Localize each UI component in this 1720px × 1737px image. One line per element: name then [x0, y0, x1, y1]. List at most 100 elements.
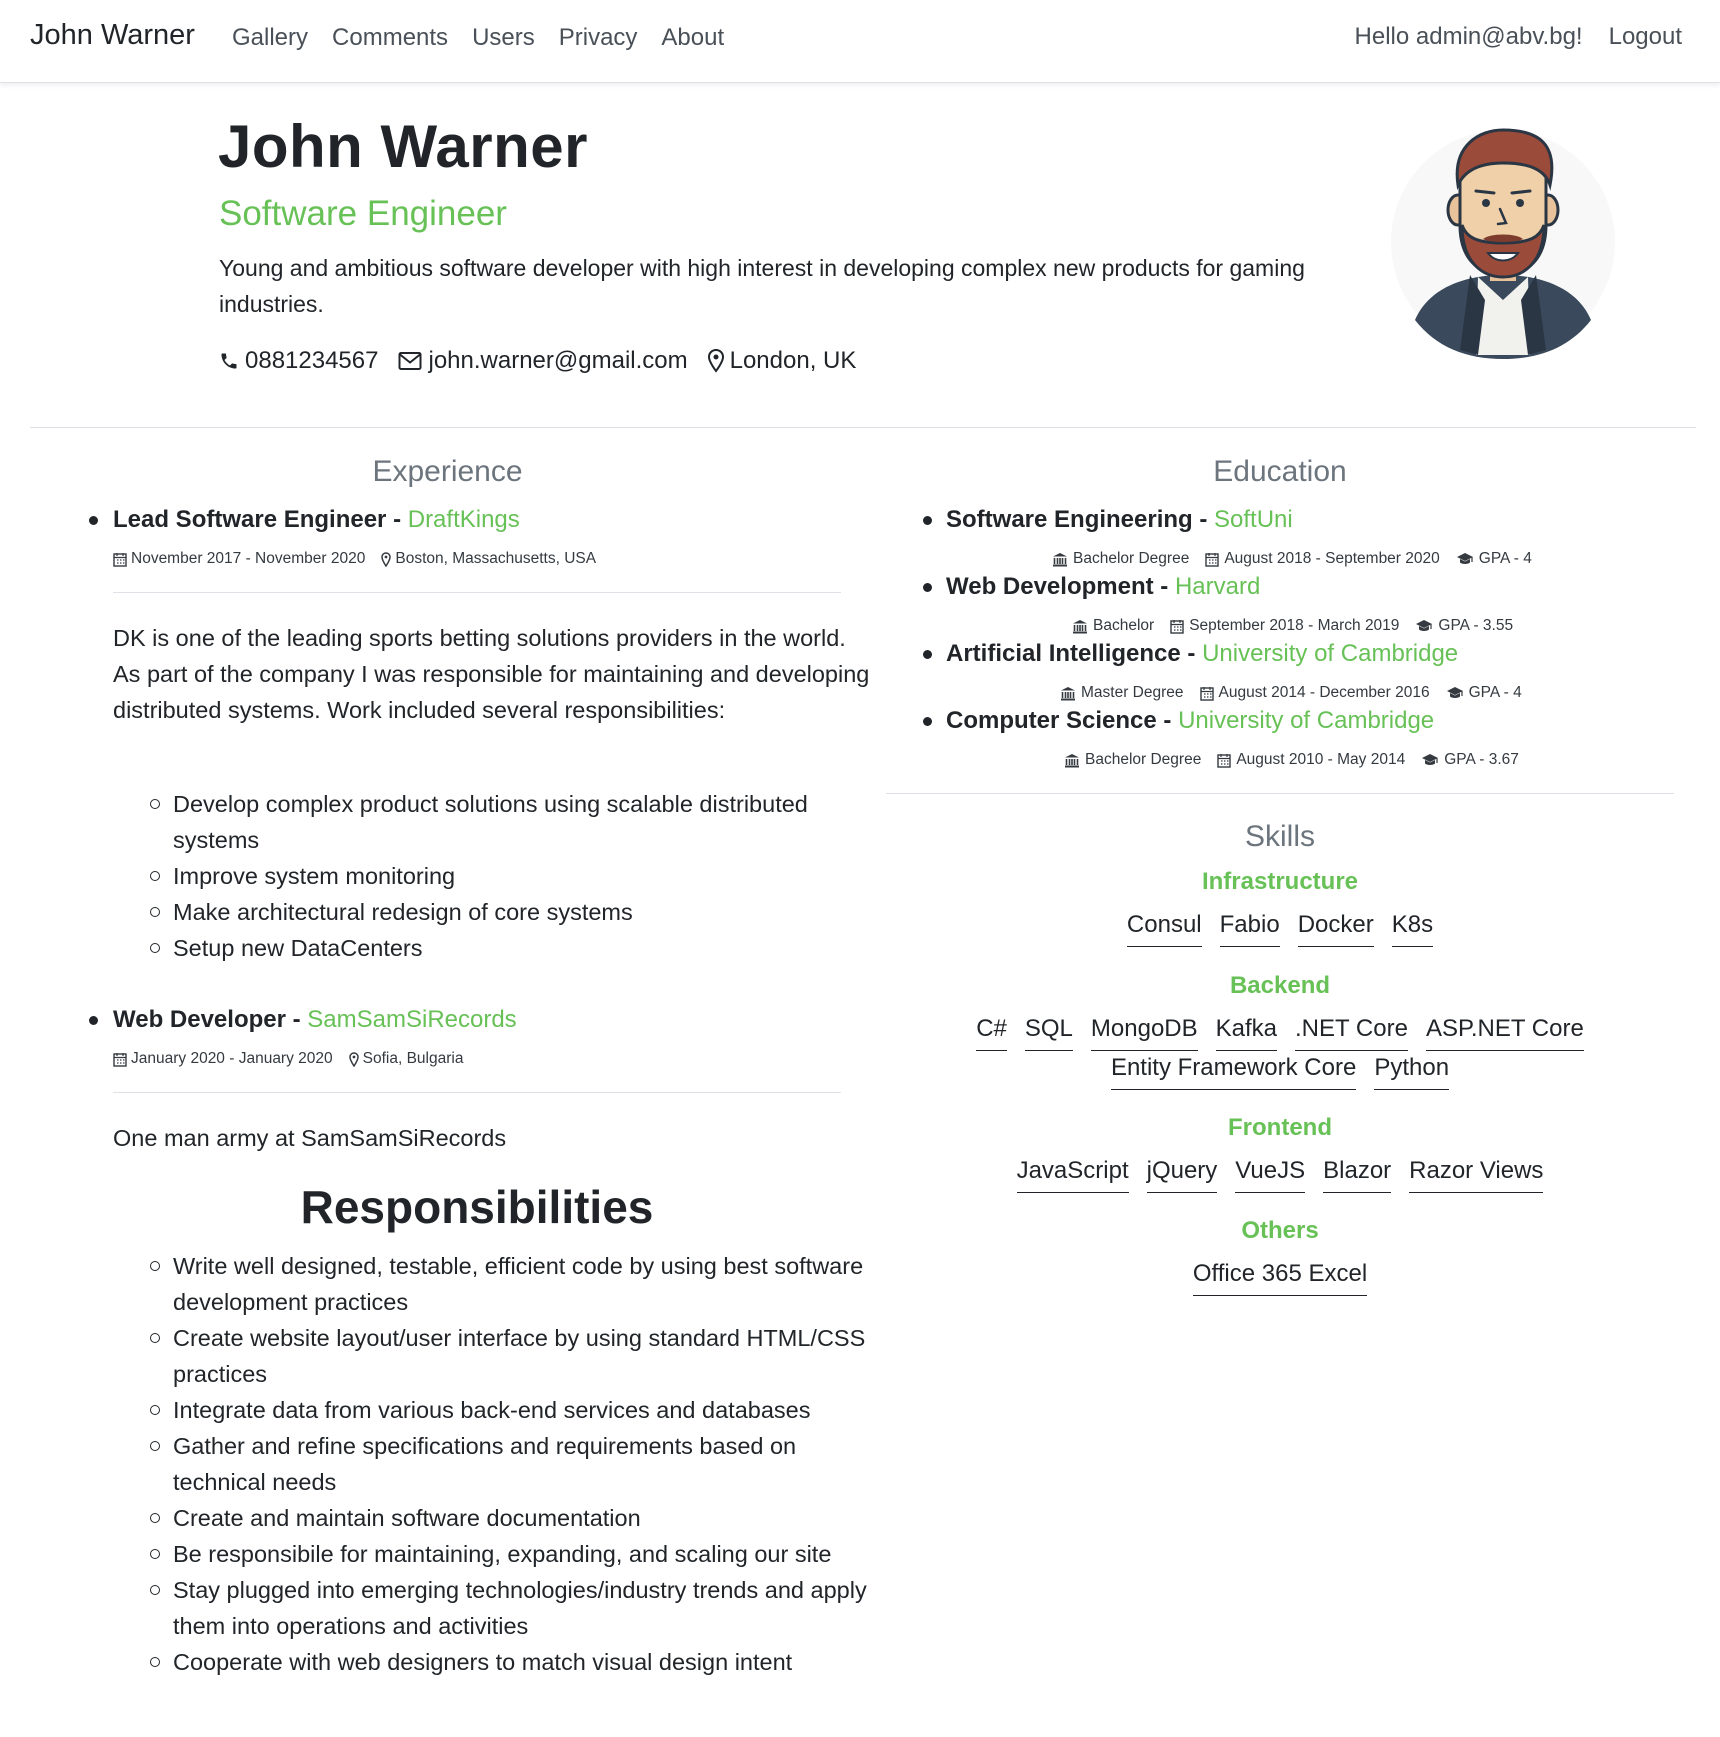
list-bullet [923, 650, 932, 659]
job-location: Sofia, Bulgaria [348, 1050, 463, 1068]
nav-users-link[interactable]: Users [472, 24, 535, 52]
university-icon [1065, 753, 1079, 767]
graduation-cap-icon [1456, 553, 1473, 564]
separator: - [285, 1006, 308, 1033]
nav-comments-link[interactable]: Comments [332, 24, 448, 52]
job-meta: November 2017 - November 2020 Boston, Ma… [113, 550, 596, 568]
calendar-icon [113, 552, 127, 567]
profile-description: Young and ambitious software developer w… [219, 255, 1305, 317]
list-item: Improve system monitoring [113, 858, 873, 894]
item-divider [113, 1092, 841, 1093]
education-item-3: Artificial Intelligence - University of … [946, 640, 1458, 668]
job-description: One man army at SamSamSiRecords [113, 1125, 507, 1151]
skill-list-infrastructure: Consul Fabio Docker K8s [886, 910, 1674, 947]
job-meta: January 2020 - January 2020 Sofia, Bulga… [113, 1050, 463, 1068]
skill-tag: SQL [1024, 1014, 1073, 1051]
brand-link[interactable]: John Warner [30, 19, 195, 52]
degree-text: Bachelor [1093, 617, 1155, 634]
separator: - [1192, 506, 1215, 533]
skill-tag: Python [1374, 1053, 1450, 1090]
list-item: Setup new DataCenters [113, 930, 873, 966]
skill-tag: Blazor [1323, 1156, 1392, 1193]
skill-tag: Kafka [1215, 1014, 1278, 1051]
nav-gallery-link[interactable]: Gallery [232, 24, 308, 52]
skill-tag: JavaScript [1016, 1156, 1129, 1193]
education-field: Web Development [946, 573, 1154, 600]
degree: Bachelor [1072, 617, 1154, 635]
skill-tag: ASP.NET Core [1425, 1014, 1584, 1051]
school-link[interactable]: Harvard [1175, 573, 1260, 600]
job-position: Lead Software Engineer [113, 506, 387, 533]
job-location-text: Boston, Massachusetts, USA [395, 550, 597, 567]
education-item-1: Software Engineering - SoftUni [946, 506, 1293, 534]
nav-privacy-link[interactable]: Privacy [559, 24, 638, 52]
calendar-icon [113, 1052, 127, 1067]
gpa: GPA - 3.67 [1421, 751, 1519, 769]
skill-tag: MongoDB [1090, 1014, 1198, 1051]
map-marker-icon [348, 1051, 359, 1067]
education-field: Software Engineering [946, 506, 1193, 533]
job-position: Web Developer [113, 1006, 286, 1033]
list-item: Create and maintain software documentati… [113, 1500, 873, 1536]
calendar-icon [1205, 552, 1220, 567]
company-link[interactable]: DraftKings [408, 506, 520, 533]
school-link[interactable]: SoftUni [1214, 506, 1293, 533]
separator: - [386, 506, 408, 533]
skill-tag: Fabio [1219, 910, 1280, 947]
job-location: Boston, Massachusetts, USA [381, 550, 596, 568]
education-meta: Bachelor Degree August 2010 - May 2014 G… [1064, 751, 1519, 769]
skills-title: Skills [1244, 820, 1315, 853]
skill-tag: Docker [1297, 910, 1374, 947]
graduation-cap-icon [1416, 620, 1433, 631]
map-marker-icon [707, 349, 724, 373]
list-bullet [923, 717, 932, 726]
education-item-2: Web Development - Harvard [946, 573, 1260, 601]
education-field: Computer Science [946, 707, 1157, 734]
list-bullet [89, 1016, 98, 1025]
nav-user-area: Hello admin@abv.bg! Logout [1355, 23, 1682, 51]
school-link[interactable]: University of Cambridge [1202, 640, 1458, 667]
experience-title: Experience [372, 455, 523, 488]
calendar-icon [1217, 753, 1232, 768]
location-contact: London, UK [707, 347, 856, 375]
phone-icon [221, 353, 237, 369]
school-link[interactable]: University of Cambridge [1178, 707, 1434, 734]
skill-tag: VueJS [1235, 1156, 1306, 1193]
nav-about-link[interactable]: About [661, 24, 724, 52]
university-icon [1061, 686, 1075, 700]
education-field: Artificial Intelligence [946, 640, 1181, 667]
education-meta: Bachelor September 2018 - March 2019 GPA… [1072, 617, 1513, 635]
skill-tag: Razor Views [1409, 1156, 1544, 1193]
skill-tag: Office 365 Excel [1192, 1259, 1368, 1296]
list-item: Stay plugged into emerging technologies/… [113, 1572, 873, 1644]
degree-text: Bachelor Degree [1073, 550, 1190, 567]
experience-item-2: Web Developer - SamSamSiRecords [113, 1006, 517, 1034]
gpa-text: GPA - 3.67 [1444, 751, 1519, 768]
skill-category-backend: Backend [1229, 972, 1331, 999]
job-dates: November 2017 - November 2020 [113, 550, 365, 568]
gpa: GPA - 4 [1446, 684, 1522, 702]
graduation-cap-icon [1446, 687, 1463, 698]
experience-item-1: Lead Software Engineer - DraftKings [113, 506, 520, 534]
logout-link[interactable]: Logout [1609, 23, 1682, 51]
skill-tag: Consul [1126, 910, 1202, 947]
section-divider [30, 427, 1696, 428]
university-icon [1053, 552, 1067, 566]
education-meta: Master Degree August 2014 - December 201… [1060, 684, 1522, 702]
skill-list-backend: C# SQL MongoDB Kafka .NET Core ASP.NET C… [886, 1014, 1674, 1051]
education-dates: August 2010 - May 2014 [1217, 751, 1405, 769]
company-link[interactable]: SamSamSiRecords [307, 1006, 516, 1033]
list-bullet [923, 516, 932, 525]
map-marker-icon [381, 551, 392, 567]
gpa: GPA - 4 [1456, 550, 1532, 568]
education-title: Education [1213, 455, 1347, 488]
user-greeting-link[interactable]: Hello admin@abv.bg! [1355, 23, 1583, 51]
degree: Master Degree [1060, 684, 1184, 702]
skill-category-frontend: Frontend [1228, 1114, 1332, 1141]
skill-tag: .NET Core [1295, 1014, 1408, 1051]
degree: Bachelor Degree [1064, 751, 1201, 769]
skill-tag: jQuery [1146, 1156, 1218, 1193]
education-item-4: Computer Science - University of Cambrid… [946, 707, 1434, 735]
email-contact: john.warner@gmail.com [398, 347, 688, 375]
education-meta: Bachelor Degree August 2018 - September … [1052, 550, 1532, 568]
